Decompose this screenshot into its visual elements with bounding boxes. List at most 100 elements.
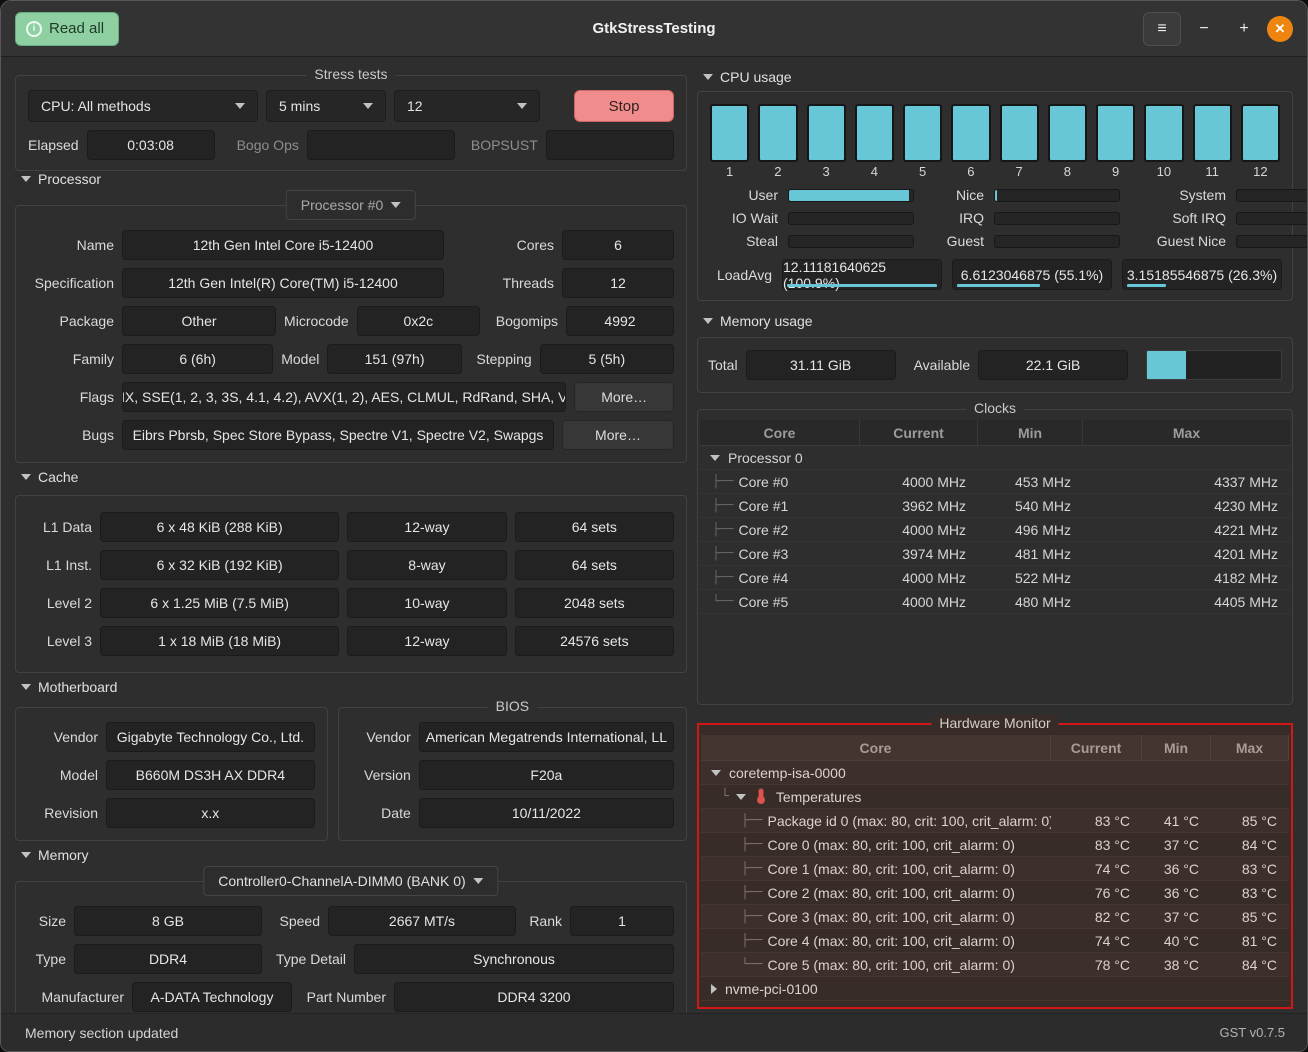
elapsed-label: Elapsed (28, 137, 79, 153)
cpu-core-bar (951, 104, 990, 162)
guest-label: Guest (924, 233, 984, 249)
dimm-selector-dropdown[interactable]: Controller0-ChannelA-DIMM0 (BANK 0) (203, 866, 498, 896)
microcode-field[interactable]: 0x2c (357, 306, 480, 336)
tree-connector-icon (712, 474, 732, 489)
flags-field[interactable]: MMX, SSE(1, 2, 3, 3S, 4.1, 4.2), AVX(1, … (122, 382, 566, 412)
model-field[interactable]: 151 (97h) (327, 344, 461, 374)
memory-usage-expander[interactable]: Memory usage (697, 307, 1293, 335)
stress-workers-dropdown[interactable]: 12 (394, 90, 540, 122)
stepping-field[interactable]: 5 (5h) (540, 344, 674, 374)
level2-assoc-field[interactable]: 10-way (347, 588, 506, 618)
bugs-field[interactable]: Eibrs Pbrsb, Spec Store Bypass, Spectre … (122, 420, 554, 450)
tree-connector-icon (712, 498, 732, 513)
level2-size-field[interactable]: 6 x 1.25 MiB (7.5 MiB) (100, 588, 339, 618)
clocks-header-current: Current (860, 420, 978, 445)
minimize-button[interactable]: − (1187, 12, 1221, 46)
mem-size-label: Size (28, 913, 66, 929)
memory-expander[interactable]: Memory (15, 847, 687, 863)
tree-connector-icon (741, 837, 761, 852)
flags-more-button[interactable]: More… (574, 382, 674, 412)
l1-inst-size-field[interactable]: 6 x 32 KiB (192 KiB) (100, 550, 339, 580)
table-row: Package id 0 (max: 80, crit: 100, crit_a… (701, 809, 1289, 833)
read-all-button[interactable]: i Read all (15, 12, 119, 46)
mem-speed-field[interactable]: 2667 MT/s (328, 906, 516, 936)
mem-type-detail-field[interactable]: Synchronous (354, 944, 674, 974)
mem-manufacturer-field[interactable]: A-DATA Technology (132, 982, 292, 1012)
menu-button[interactable]: ≡ (1143, 12, 1181, 46)
level3-sets-field[interactable]: 24576 sets (515, 626, 674, 656)
l1-data-size-field[interactable]: 6 x 48 KiB (288 KiB) (100, 512, 339, 542)
bugs-label: Bugs (28, 427, 114, 443)
family-field[interactable]: 6 (6h) (122, 344, 273, 374)
close-button[interactable]: ✕ (1267, 16, 1293, 42)
clocks-table-header: Core Current Min Max (700, 420, 1290, 446)
cpu-core-bar (758, 104, 797, 162)
specification-field[interactable]: 12th Gen Intel(R) Core(TM) i5-12400 (122, 268, 444, 298)
mem-available-field[interactable]: 22.1 GiB (978, 350, 1128, 380)
l1-inst-sets-field[interactable]: 64 sets (515, 550, 674, 580)
tree-connector-icon (712, 594, 732, 609)
table-row: Core #0 4000 MHz453 MHz4337 MHz (700, 470, 1290, 494)
bogomips-field[interactable]: 4992 (566, 306, 674, 336)
mem-total-field[interactable]: 31.11 GiB (746, 350, 896, 380)
expander-arrow-icon (710, 455, 720, 461)
loadavg-15min: 3.15185546875 (26.3%) (1122, 259, 1282, 290)
mem-rank-field[interactable]: 1 (570, 906, 674, 936)
mobo-vendor-field[interactable]: Gigabyte Technology Co., Ltd. (106, 722, 315, 752)
bogomips-label: Bogomips (488, 313, 558, 329)
bios-vendor-field[interactable]: American Megatrends International, LL (419, 722, 674, 752)
stress-method-dropdown[interactable]: CPU: All methods (28, 90, 258, 122)
level3-assoc-field[interactable]: 12-way (347, 626, 506, 656)
bopsust-field[interactable] (546, 130, 674, 160)
minimize-icon: − (1199, 20, 1208, 38)
level3-size-field[interactable]: 1 x 18 MiB (18 MiB) (100, 626, 339, 656)
cpu-core-bar (1144, 104, 1183, 162)
level3-label: Level 3 (28, 633, 92, 649)
cache-expander[interactable]: Cache (15, 469, 687, 485)
motherboard-expander[interactable]: Motherboard (15, 679, 687, 695)
hwmon-group-row[interactable]: Temperatures (701, 785, 1289, 809)
tree-connector-icon (712, 522, 732, 537)
elapsed-field[interactable]: 0:03:08 (87, 130, 215, 160)
l1-inst-assoc-field[interactable]: 8-way (347, 550, 506, 580)
l1-data-sets-field[interactable]: 64 sets (515, 512, 674, 542)
mem-type-field[interactable]: DDR4 (74, 944, 262, 974)
bugs-more-button[interactable]: More… (562, 420, 674, 450)
stress-duration-dropdown[interactable]: 5 mins (266, 90, 386, 122)
maximize-button[interactable]: + (1227, 12, 1261, 46)
expander-arrow-icon (703, 74, 713, 80)
chevron-down-icon (363, 103, 373, 109)
stop-button[interactable]: Stop (574, 90, 674, 122)
hwmon-table-header: Core Current Min Max (701, 735, 1289, 761)
l1-data-assoc-field[interactable]: 12-way (347, 512, 506, 542)
processor-expander[interactable]: Processor (15, 171, 687, 187)
tree-connector-icon (712, 570, 732, 585)
microcode-label: Microcode (284, 313, 349, 329)
loadavg-1min: 12.11181640625 (100.9%) (782, 259, 942, 290)
clocks-group-row[interactable]: Processor 0 (700, 446, 1290, 470)
bogo-ops-field[interactable] (307, 130, 455, 160)
mem-size-field[interactable]: 8 GB (74, 906, 262, 936)
hwmon-device2-row[interactable]: nvme-pci-0100 (701, 977, 1289, 1001)
mem-part-number-field[interactable]: DDR4 3200 (394, 982, 674, 1012)
processor-selector-dropdown[interactable]: Processor #0 (286, 190, 416, 220)
mobo-model-field[interactable]: B660M DS3H AX DDR4 (106, 760, 315, 790)
bios-date-field[interactable]: 10/11/2022 (419, 798, 674, 828)
cache-section-label: Cache (38, 469, 78, 485)
cpu-usage-expander[interactable]: CPU usage (697, 63, 1293, 91)
memory-usage-section-label: Memory usage (720, 313, 813, 329)
mobo-revision-field[interactable]: x.x (106, 798, 315, 828)
hwmon-header-core: Core (701, 735, 1051, 760)
hwmon-device-row[interactable]: coretemp-isa-0000 (701, 761, 1289, 785)
cpu-name-field[interactable]: 12th Gen Intel Core i5-12400 (122, 230, 444, 260)
hardware-monitor-caption: Hardware Monitor (931, 715, 1058, 731)
read-all-label: Read all (49, 20, 104, 37)
expander-arrow-icon (703, 318, 713, 324)
bios-version-field[interactable]: F20a (419, 760, 674, 790)
cpu-usage-frame: 1 2 3 4 5 6 7 8 9 10 11 12 User Nice (697, 91, 1293, 301)
cores-field[interactable]: 6 (562, 230, 674, 260)
threads-field[interactable]: 12 (562, 268, 674, 298)
memory-usage-frame: Total 31.11 GiB Available 22.1 GiB (697, 337, 1293, 393)
package-field[interactable]: Other (122, 306, 276, 336)
level2-sets-field[interactable]: 2048 sets (515, 588, 674, 618)
